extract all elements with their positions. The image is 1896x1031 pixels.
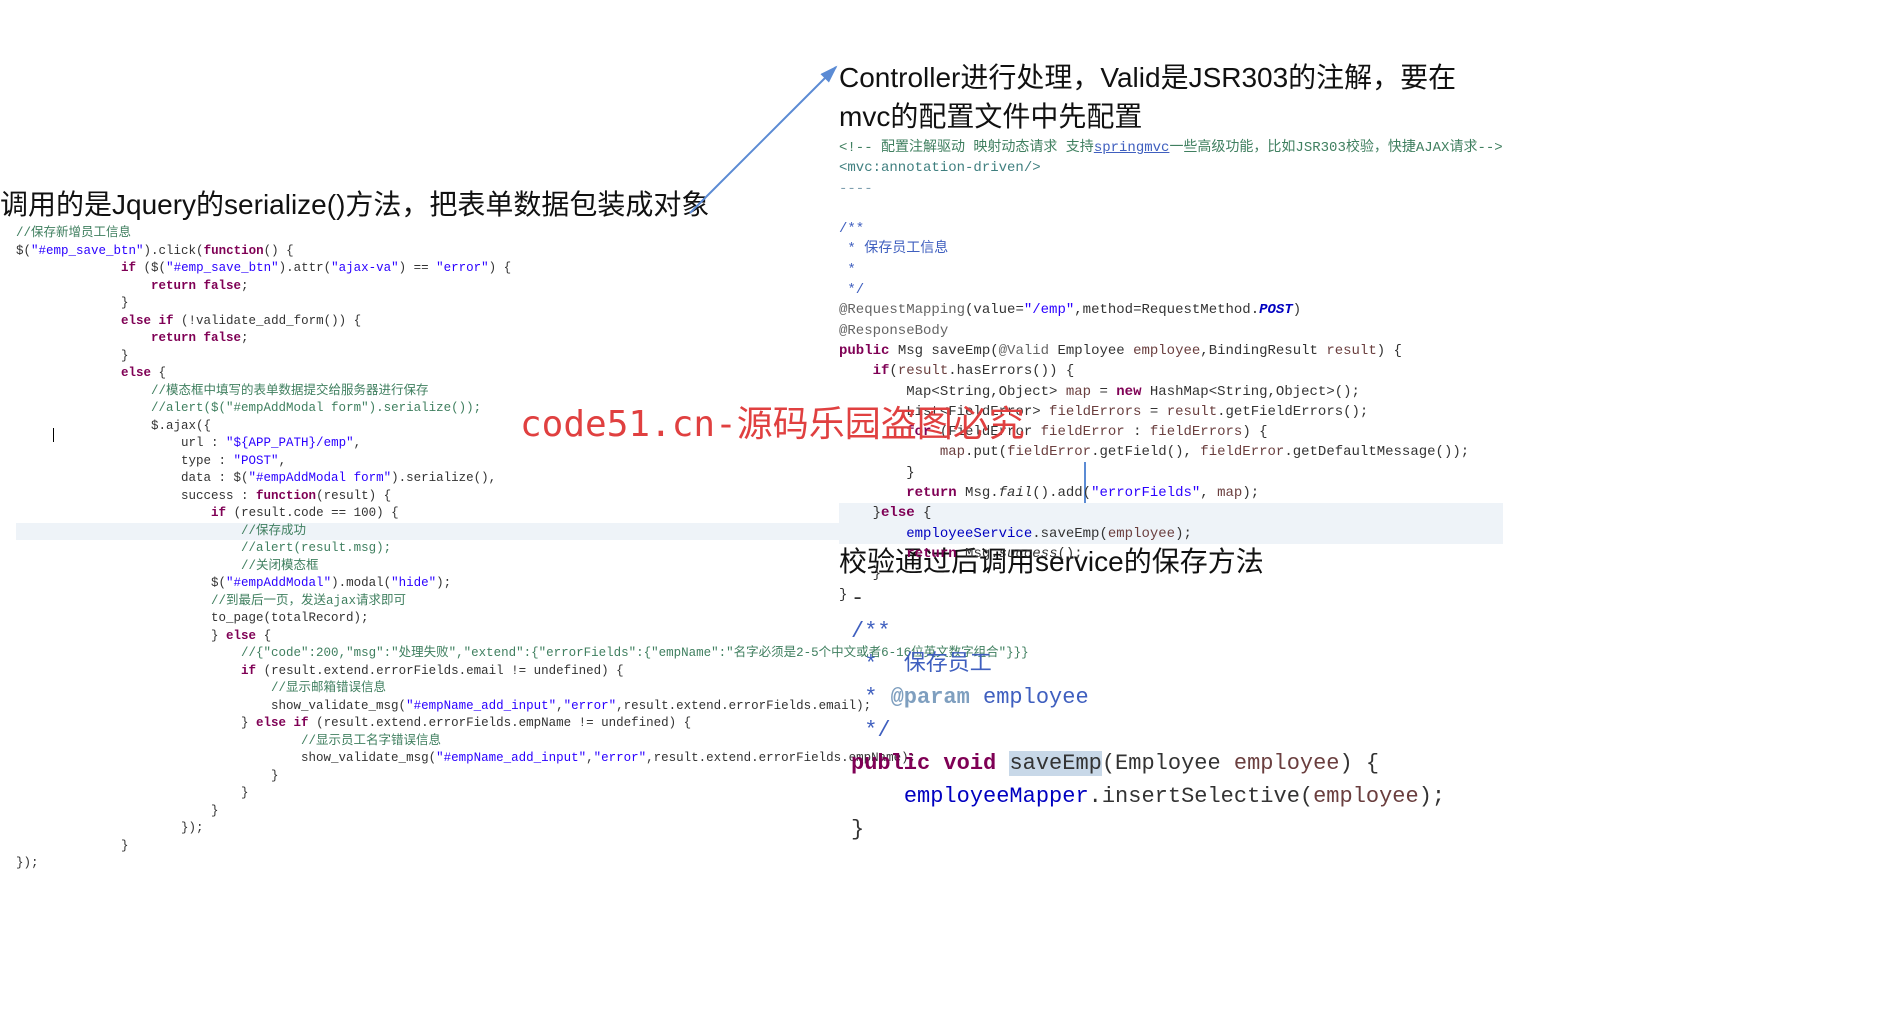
arrow-up	[688, 55, 848, 215]
code-right-bottom: - /** * 保存员工 * @param employee */ public…	[851, 582, 1445, 846]
heading-right-top: Controller进行处理，Valid是JSR303的注解，要在mvc的配置文…	[839, 58, 1459, 136]
heading-left: 调用的是Jquery的serialize()方法，把表单数据包装成对象	[0, 183, 709, 223]
text-cursor	[53, 428, 54, 442]
code-right-top: <!-- 配置注解驱动 映射动态请求 支持springmvc一些高级功能，比如J…	[839, 138, 1503, 605]
